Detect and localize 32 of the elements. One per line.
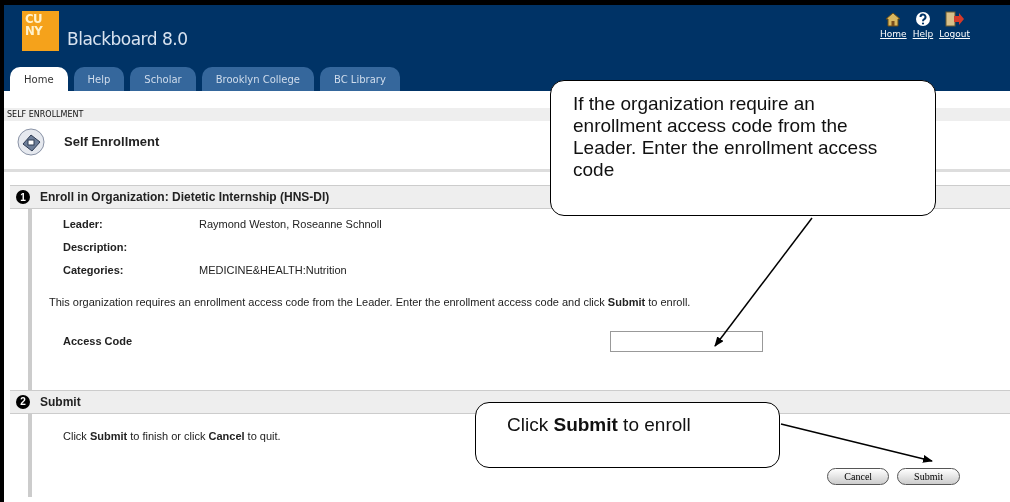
field-value: Raymond Weston, Roseanne Schnoll <box>199 217 382 233</box>
action-button[interactable]: Cancel <box>827 468 890 485</box>
tab[interactable]: BC Library <box>320 67 400 91</box>
tab[interactable]: Brooklyn College <box>201 67 314 91</box>
tab[interactable]: Scholar <box>130 67 196 91</box>
instruction-text: This organization requires an enrollment access code from the Leader. Enter the enrollment access code and click Submit to enroll. <box>49 295 691 310</box>
action-button[interactable]: Submit <box>897 468 960 485</box>
field-label: Categories: <box>63 263 125 279</box>
field-value: MEDICINE&HEALTH:Nutrition <box>199 263 347 279</box>
step-title: Enroll in Organization: Dietetic Internship (HNS-DI) <box>40 189 330 206</box>
app-title: Blackboard 8.0 <box>67 29 188 49</box>
callout-text: Click Submit to enroll <box>475 402 780 468</box>
tab[interactable]: Help <box>73 67 125 91</box>
field-label: Leader: <box>63 217 104 233</box>
step-number: 2 <box>16 394 30 409</box>
tab[interactable]: Home <box>10 67 68 91</box>
enrollment-icon <box>16 127 46 157</box>
access-code-field[interactable] <box>610 330 764 352</box>
top-link[interactable]: Logout <box>939 29 970 39</box>
instruction-text: Click Submit to finish or click Cancel to quit. <box>62 428 281 444</box>
field-label: Description: <box>63 240 129 256</box>
page-title: Self Enrollment <box>64 133 160 152</box>
logout-icon[interactable] <box>944 11 965 27</box>
logo: CU NY <box>22 11 59 51</box>
field-label: Access Code <box>63 333 133 349</box>
step-number: 1 <box>16 190 30 204</box>
step-title: Submit <box>40 393 81 411</box>
top-link[interactable]: Help <box>912 29 934 39</box>
home-icon[interactable] <box>885 11 902 27</box>
help-icon[interactable] <box>914 11 931 27</box>
callout-text: If the organization require an enrollment access code from the Leader. Enter the enrollment access code <box>550 80 936 216</box>
top-link[interactable]: Home <box>880 29 907 39</box>
